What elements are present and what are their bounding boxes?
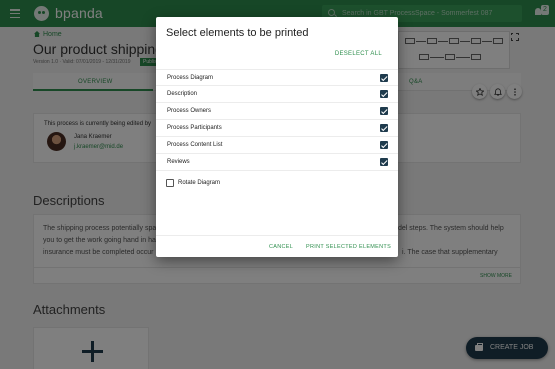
dialog-divider	[156, 235, 398, 236]
checkbox-checked[interactable]	[380, 124, 388, 132]
rotate-diagram-checkbox[interactable]	[166, 179, 174, 187]
rotate-diagram-label[interactable]: Rotate Diagram	[178, 180, 220, 186]
deselect-all-button[interactable]: DESELECT ALL	[335, 51, 382, 57]
checkbox-checked[interactable]	[380, 158, 388, 166]
dialog-title: Select elements to be printed	[166, 27, 309, 39]
option-row-process-owners[interactable]: Process Owners	[156, 103, 398, 120]
print-dialog: Select elements to be printed DESELECT A…	[156, 17, 398, 257]
option-label: Reviews	[167, 159, 190, 165]
option-label: Process Diagram	[167, 75, 214, 81]
option-label: Process Participants	[167, 125, 222, 131]
option-label: Process Content List	[167, 142, 223, 148]
cancel-button[interactable]: CANCEL	[269, 244, 293, 250]
option-row-reviews[interactable]: Reviews	[156, 154, 398, 171]
option-label: Description	[167, 91, 198, 97]
checkbox-checked[interactable]	[380, 74, 388, 82]
option-row-description[interactable]: Description	[156, 86, 398, 103]
checkbox-checked[interactable]	[380, 141, 388, 149]
option-row-process-diagram[interactable]: Process Diagram	[156, 69, 398, 86]
checkbox-checked[interactable]	[380, 90, 388, 98]
option-label: Process Owners	[167, 108, 212, 114]
option-row-process-participants[interactable]: Process Participants	[156, 120, 398, 137]
checkbox-checked[interactable]	[380, 107, 388, 115]
option-row-process-content-list[interactable]: Process Content List	[156, 137, 398, 154]
print-selected-button[interactable]: PRINT SELECTED ELEMENTS	[306, 244, 391, 250]
